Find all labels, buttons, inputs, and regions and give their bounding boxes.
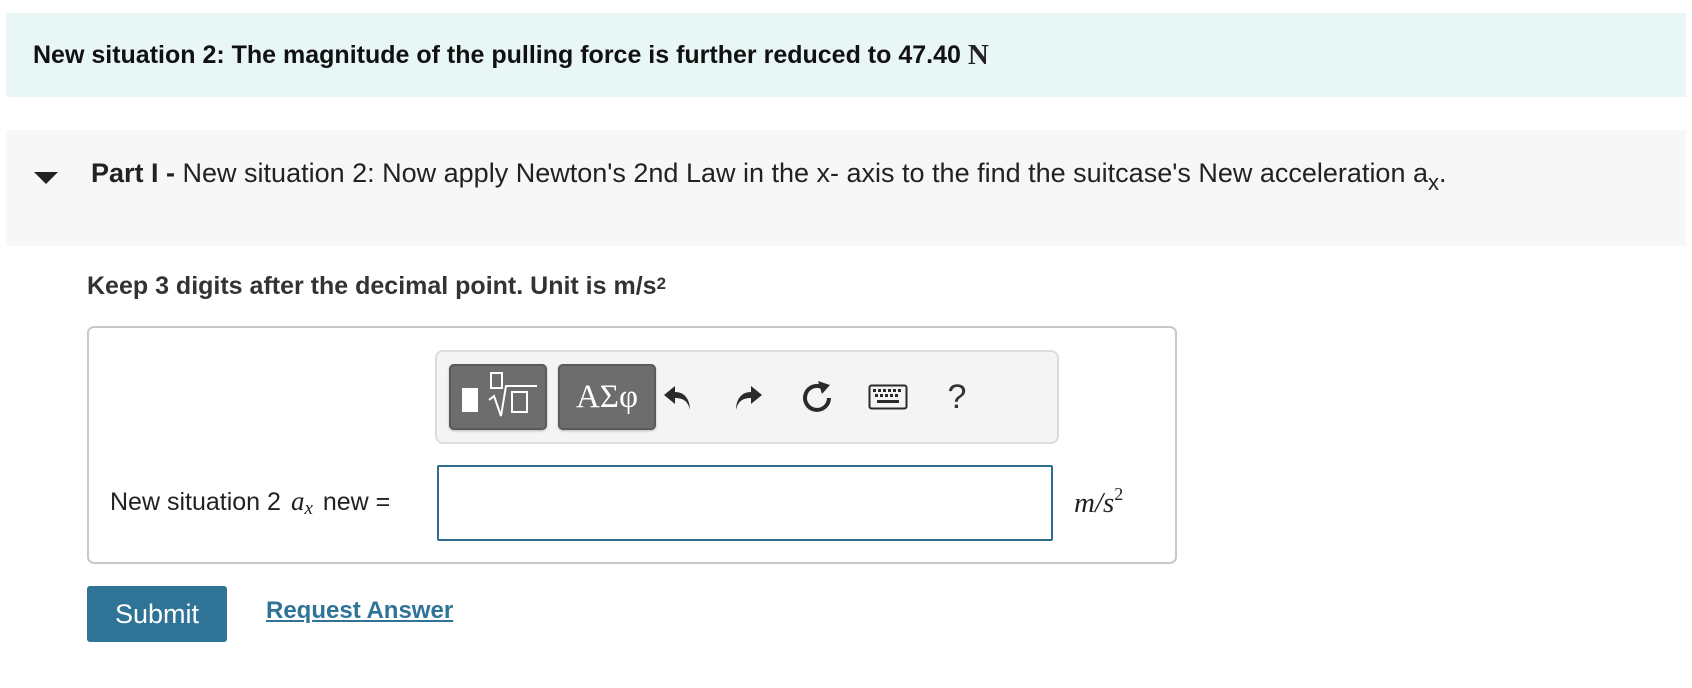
redo-button[interactable]: [723, 372, 773, 422]
part-end: .: [1439, 158, 1447, 188]
reset-icon: [803, 381, 831, 412]
situation-banner: New situation 2: The magnitude of the pu…: [6, 13, 1686, 97]
equation-label: New situation 2 ax new =: [110, 486, 390, 520]
redo-icon: [736, 386, 762, 410]
collapse-caret-icon[interactable]: [34, 172, 58, 184]
undo-icon: [664, 386, 690, 410]
unit-label: m/s2: [1074, 484, 1124, 519]
symbols-button[interactable]: ΑΣφ: [558, 364, 656, 430]
part-label: Part I -: [91, 158, 176, 188]
math-toolbar: ΑΣφ ?: [435, 350, 1059, 444]
part-title: Part I - New situation 2: Now apply Newt…: [91, 158, 1447, 195]
equation-suffix: new =: [322, 488, 391, 516]
fraction-sqrt-templates-icon: [462, 372, 537, 417]
submit-button[interactable]: Submit: [87, 586, 227, 642]
banner-text: New situation 2: The magnitude of the pu…: [33, 40, 961, 69]
undo-button[interactable]: [653, 372, 703, 422]
part-header[interactable]: Part I - New situation 2: Now apply Newt…: [6, 130, 1686, 246]
instruction-text: Keep 3 digits after the decimal point. U…: [87, 272, 666, 301]
instruction-sup: 2: [656, 274, 667, 293]
answer-input[interactable]: [437, 465, 1053, 541]
banner-unit: N: [967, 38, 989, 71]
request-answer-link[interactable]: Request Answer: [266, 597, 453, 625]
reset-button[interactable]: [792, 372, 842, 422]
answer-box: ΑΣφ ? New situation 2 ax new = m/s2: [87, 326, 1177, 564]
instruction-main: Keep 3 digits after the decimal point. U…: [87, 272, 657, 300]
keyboard-button[interactable]: [863, 372, 913, 422]
templates-button[interactable]: [449, 364, 547, 430]
keyboard-icon: [868, 384, 908, 410]
part-text: New situation 2: Now apply Newton's 2nd …: [175, 158, 1428, 188]
part-subscript: x: [1428, 170, 1439, 195]
help-button[interactable]: ?: [932, 372, 982, 422]
equation-variable: ax: [290, 486, 313, 519]
equation-prefix: New situation 2: [110, 488, 281, 516]
